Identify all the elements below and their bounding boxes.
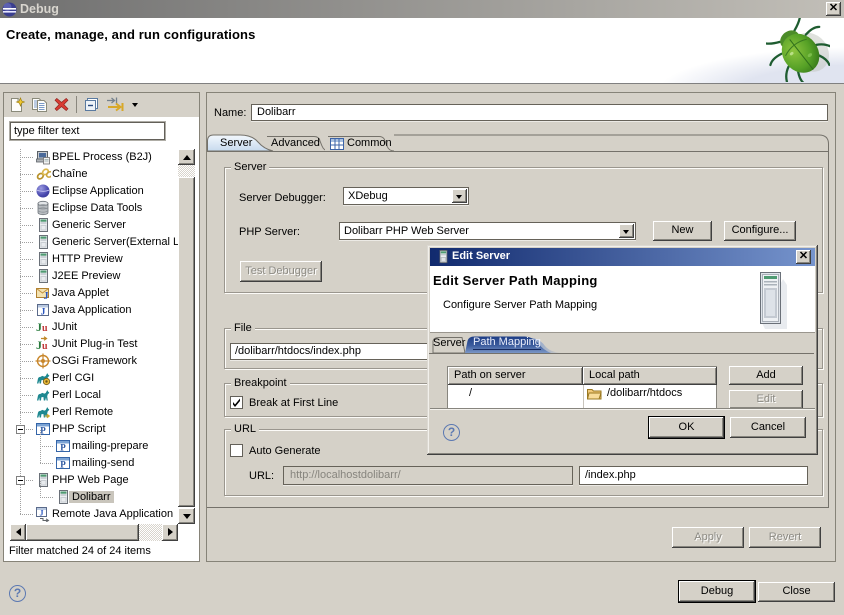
svg-text:J: J [40,509,44,518]
svg-text:u: u [42,341,48,352]
svg-text:P: P [40,426,46,436]
svg-text:u: u [42,323,48,334]
svg-text:P: P [60,443,66,453]
svg-text:J: J [44,291,49,301]
svg-text:P: P [60,460,66,470]
svg-text:J: J [41,308,46,318]
